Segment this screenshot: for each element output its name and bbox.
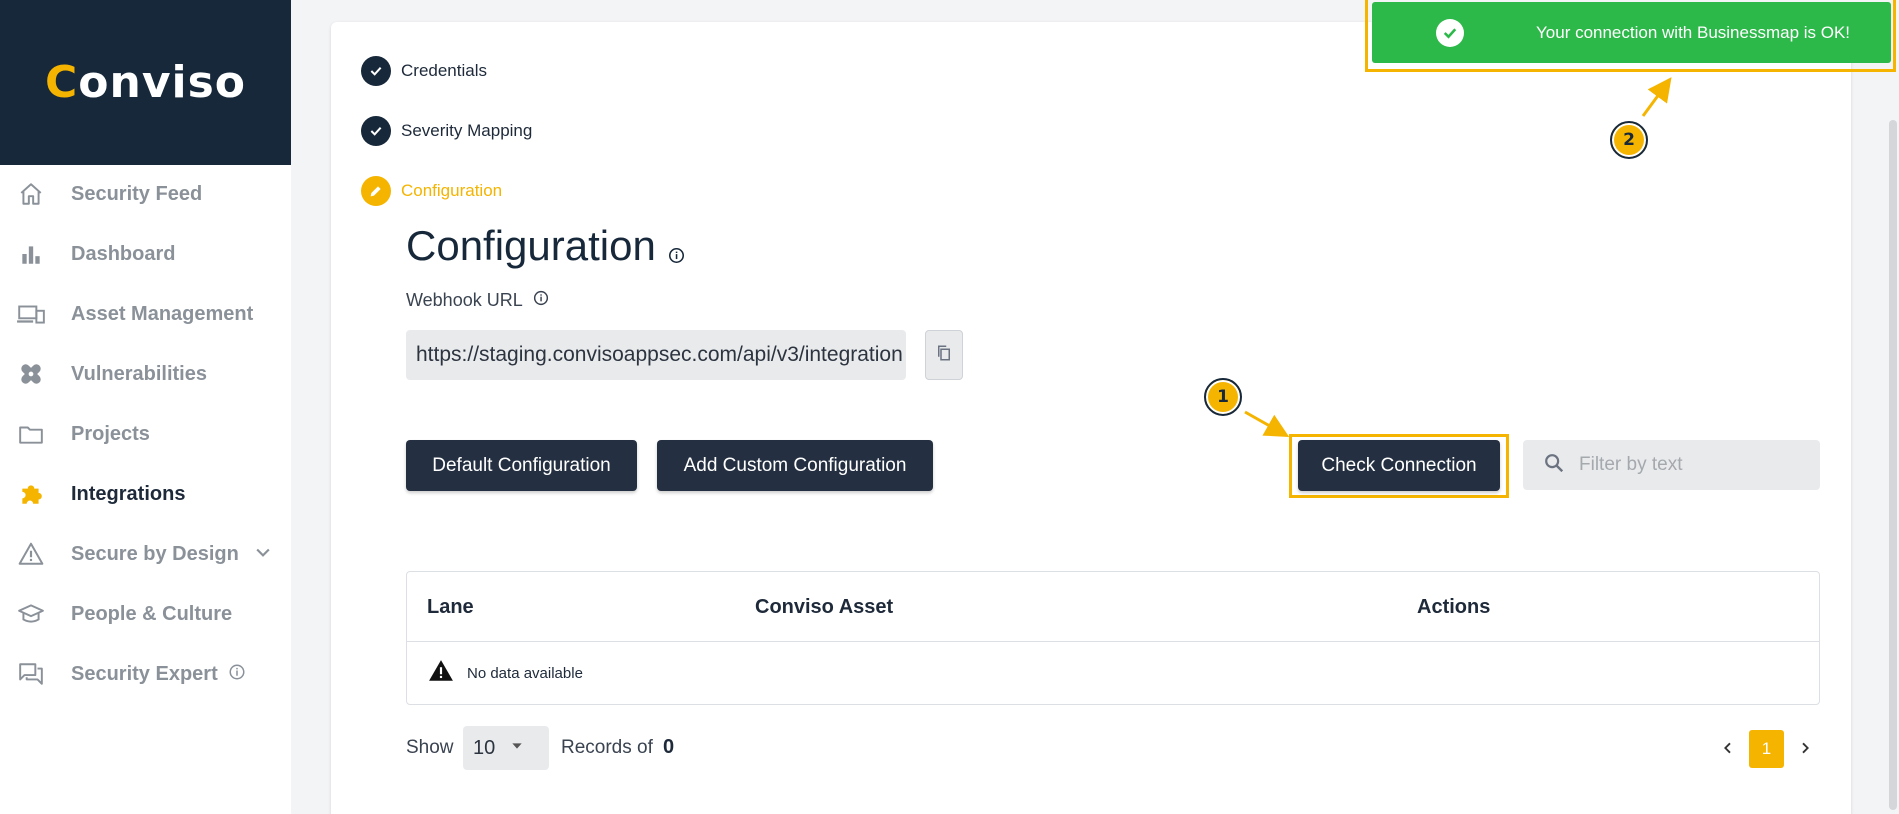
check-circle-icon <box>1436 18 1464 47</box>
sidebar-item-people-culture[interactable]: People & Culture <box>0 584 291 644</box>
chevron-right-icon[interactable] <box>1795 738 1815 758</box>
column-header-conviso-asset[interactable]: Conviso Asset <box>755 572 893 642</box>
page-size-value: 10 <box>473 736 496 759</box>
page-button-current[interactable]: 1 <box>1749 730 1784 768</box>
step-severity-mapping[interactable]: Severity Mapping <box>361 116 532 146</box>
webhook-label: Webhook URL <box>406 290 549 311</box>
sidebar-item-label: Security Feed <box>71 182 203 205</box>
logo[interactable]: Conviso <box>0 0 291 165</box>
info-icon[interactable] <box>228 663 246 685</box>
graduation-cap-icon <box>16 599 46 629</box>
copy-icon <box>935 344 953 366</box>
devices-icon <box>16 299 46 329</box>
step-label: Configuration <box>401 181 503 200</box>
records-label: Records of <box>561 737 653 758</box>
home-icon <box>16 179 46 209</box>
success-toast[interactable]: Your connection with Businessmap is OK! <box>1372 2 1891 63</box>
page-size-select[interactable]: 10 <box>463 726 549 770</box>
sidebar-item-secure-by-design[interactable]: Secure by Design <box>0 524 291 584</box>
logo-text: Conviso <box>45 57 246 108</box>
sidebar-item-label: Secure by Design <box>71 542 239 565</box>
default-configuration-button[interactable]: Default Configuration <box>406 440 637 491</box>
sidebar-item-security-feed[interactable]: Security Feed <box>0 164 291 224</box>
sidebar-item-label: Security Expert <box>71 662 218 685</box>
column-header-actions: Actions <box>1417 596 1491 618</box>
sidebar-item-label: Dashboard <box>71 242 176 265</box>
warning-icon <box>427 658 455 688</box>
chevron-left-icon[interactable] <box>1718 738 1738 758</box>
toast-message: Your connection with Businessmap is OK! <box>1536 22 1851 42</box>
filter-box[interactable] <box>1523 440 1820 490</box>
page-title: Configuration <box>406 218 685 274</box>
table-header: Lane Conviso Asset Actions <box>407 572 1819 642</box>
step-label: Credentials <box>401 61 487 80</box>
sidebar-item-label: Projects <box>71 422 150 445</box>
sidebar-item-projects[interactable]: Projects <box>0 404 291 464</box>
column-header-lane[interactable]: Lane <box>427 572 474 642</box>
puzzle-icon <box>16 479 46 509</box>
pencil-icon <box>361 176 391 206</box>
callout-marker-1: 1 <box>1204 378 1242 416</box>
chat-icon <box>16 659 46 689</box>
sidebar-item-label: Integrations <box>71 482 186 505</box>
sidebar-item-integrations[interactable]: Integrations <box>0 464 291 524</box>
sidebar: Conviso Security Feed Dashboard Asset Ma… <box>0 0 291 814</box>
check-connection-button[interactable]: Check Connection <box>1298 440 1500 491</box>
table-empty-row: No data available <box>407 642 1819 704</box>
bar-chart-icon <box>16 239 46 269</box>
check-icon <box>361 116 391 146</box>
bandage-icon <box>16 359 46 389</box>
step-label: Severity Mapping <box>401 121 533 140</box>
sidebar-item-dashboard[interactable]: Dashboard <box>0 224 291 284</box>
scrollbar[interactable] <box>1889 120 1897 810</box>
logo-rest: onviso <box>78 57 247 108</box>
sidebar-item-label: People & Culture <box>71 602 233 625</box>
sidebar-item-asset-management[interactable]: Asset Management <box>0 284 291 344</box>
sidebar-item-label: Asset Management <box>71 302 254 325</box>
search-icon <box>1543 452 1565 478</box>
webhook-url-field[interactable]: https://staging.convisoappsec.com/api/v3… <box>406 330 906 380</box>
callout-marker-2: 2 <box>1610 121 1648 159</box>
check-icon <box>361 56 391 86</box>
warning-triangle-icon <box>16 539 46 569</box>
caret-down-icon <box>509 738 525 758</box>
add-custom-configuration-button[interactable]: Add Custom Configuration <box>657 440 933 491</box>
copy-button[interactable] <box>925 330 963 380</box>
info-icon[interactable] <box>533 290 549 311</box>
show-label: Show <box>406 737 454 758</box>
records-count: 0 <box>663 736 675 758</box>
step-credentials[interactable]: Credentials <box>361 56 487 86</box>
sidebar-nav: Security Feed Dashboard Asset Management… <box>0 164 291 704</box>
sidebar-item-security-expert[interactable]: Security Expert <box>0 644 291 704</box>
info-icon[interactable] <box>668 226 685 274</box>
lanes-table: Lane Conviso Asset Actions No data avail… <box>406 571 1820 705</box>
filter-input[interactable] <box>1579 454 1799 476</box>
webhook-label-text: Webhook URL <box>406 290 523 310</box>
sidebar-item-label: Vulnerabilities <box>71 362 207 385</box>
logo-c: C <box>44 57 79 108</box>
step-configuration[interactable]: Configuration <box>361 176 502 206</box>
empty-message: No data available <box>467 664 583 682</box>
folder-icon <box>16 419 46 449</box>
sidebar-item-vulnerabilities[interactable]: Vulnerabilities <box>0 344 291 404</box>
chevron-down-icon[interactable] <box>253 542 273 566</box>
page-title-text: Configuration <box>406 222 656 269</box>
